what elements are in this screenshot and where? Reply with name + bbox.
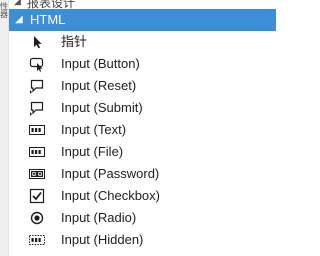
toolbox-item-input-password[interactable]: Input (Password) (9, 163, 276, 185)
submit-icon (29, 100, 45, 116)
textbox-icon (29, 122, 45, 138)
toolbox-item-pointer[interactable]: 指针 (9, 31, 276, 53)
expand-arrow-icon: ◢ (15, 14, 23, 25)
toolbox-item-label: Input (Hidden) (61, 232, 144, 247)
group-header-previous[interactable]: ◢ 报表设计 (9, 0, 276, 10)
toolbox-item-label: Input (Submit) (61, 100, 143, 115)
toolbox-item-label: Input (Button) (61, 56, 140, 71)
strip-char-2: 器 (0, 10, 8, 19)
left-side-strip: 性 器 (0, 0, 9, 256)
toolbox-item-label: Input (Text) (61, 122, 127, 137)
reset-icon (29, 78, 45, 94)
toolbox-item-label: Input (File) (61, 144, 124, 159)
group-header-html[interactable]: ◢ HTML (9, 9, 276, 31)
toolbox-panel: ◢ 报表设计 ◢ HTML 指针 Input (Button) Input (R… (9, 0, 276, 256)
button-icon (29, 56, 45, 72)
toolbox-item-input-reset[interactable]: Input (Reset) (9, 75, 276, 97)
toolbox-item-input-radio[interactable]: Input (Radio) (9, 207, 276, 229)
toolbox-item-input-submit[interactable]: Input (Submit) (9, 97, 276, 119)
toolbox-item-label: Input (Checkbox) (61, 188, 160, 203)
toolbox-item-label: Input (Reset) (61, 78, 137, 93)
toolbox-item-input-button[interactable]: Input (Button) (9, 53, 276, 75)
radio-icon (29, 210, 45, 226)
toolbox-item-label: Input (Password) (61, 166, 160, 181)
toolbox-item-label: 指针 (61, 34, 88, 49)
toolbox-item-input-checkbox[interactable]: Input (Checkbox) (9, 185, 276, 207)
checkbox-icon (29, 188, 45, 204)
password-icon (29, 166, 45, 182)
collapse-arrow-icon: ◢ (14, 0, 21, 6)
toolbox-item-input-file[interactable]: Input (File) (9, 141, 276, 163)
toolbox-item-label: Input (Radio) (61, 210, 137, 225)
hidden-input-icon (29, 232, 45, 248)
pointer-icon (29, 34, 45, 50)
toolbox-item-input-text[interactable]: Input (Text) (9, 119, 276, 141)
group-title: HTML (30, 12, 66, 27)
toolbox-item-input-hidden[interactable]: Input (Hidden) (9, 229, 276, 251)
file-input-icon (29, 144, 45, 160)
